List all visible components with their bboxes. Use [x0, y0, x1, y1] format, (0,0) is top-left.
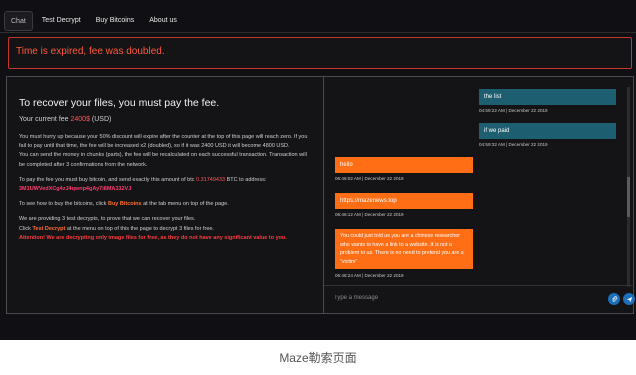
send-icon [626, 296, 632, 302]
chat-scrollbar[interactable] [627, 87, 630, 287]
tab-chat[interactable]: Chat [4, 11, 33, 31]
tab-test-decrypt[interactable]: Test Decrypt [36, 11, 87, 31]
nav-divider [0, 32, 636, 33]
expired-alert: Time is expired, fee was doubled. [8, 37, 632, 69]
composer-divider [324, 285, 634, 286]
message-timestamp: 04:59:32 AM | December 22 2019 [479, 142, 548, 147]
attach-icon [611, 295, 617, 302]
chat-panel: the list 04:59:22 AM | December 22 2019 … [324, 77, 635, 313]
test-decrypt-link[interactable]: Test Decrypt [32, 226, 65, 232]
ransom-note: To recover your files, you must pay the … [7, 77, 323, 313]
btc-amount: 0.31749433 [196, 176, 226, 183]
chat-message: You could just told us you are a chinese… [335, 229, 473, 269]
main-panel: To recover your files, you must pay the … [6, 76, 635, 314]
btc-address: 3M1UWVedXCg4zJ4qwnp4gAy7i8MA332VJ [19, 186, 132, 193]
test-decrypt-paragraph: We are providing 3 test decrypts, to pro… [19, 216, 287, 241]
scrollbar-thumb[interactable] [627, 177, 630, 217]
chat-message: the list [479, 89, 616, 105]
image-caption: Maze勒索页面 [279, 351, 357, 365]
attention-text: Attention! We are decrypting only image … [19, 234, 287, 241]
attach-button[interactable] [608, 293, 620, 305]
message-timestamp: 04:59:22 AM | December 22 2019 [479, 108, 548, 113]
message-input[interactable] [334, 291, 594, 305]
message-timestamp: 06:46:12 AM | December 22 2019 [335, 212, 404, 217]
chat-message: if we paid [479, 123, 616, 139]
tab-buy-bitcoins[interactable]: Buy Bitcoins [90, 11, 141, 31]
payment-paragraph: To pay the fee you must buy bitcoin, and… [19, 176, 267, 193]
current-fee: Your current fee 2400$ (USD) [19, 116, 112, 123]
chat-message: https://mazenews.top [335, 193, 473, 209]
buy-bitcoins-link[interactable]: Buy Bitcoins [108, 201, 142, 207]
alert-text: Time is expired, fee was doubled. [16, 46, 165, 57]
chat-message: hello [335, 157, 473, 173]
message-timestamp: 06:48:24 AM | December 22 2019 [335, 273, 404, 278]
tab-menu: Chat Test Decrypt Buy Bitcoins About us [4, 10, 186, 32]
howto-paragraph: To see how to buy the bitcoins, click Bu… [19, 201, 229, 208]
fee-amount: 2400$ [70, 116, 90, 123]
deadline-paragraph: You must hurry up because your 50% disco… [19, 134, 308, 168]
send-button[interactable] [623, 293, 635, 305]
screenshot: Chat Test Decrypt Buy Bitcoins About us … [0, 0, 636, 340]
tab-about-us[interactable]: About us [143, 11, 183, 31]
note-heading: To recover your files, you must pay the … [19, 97, 220, 109]
message-timestamp: 06:46:02 AM | December 22 2019 [335, 176, 404, 181]
